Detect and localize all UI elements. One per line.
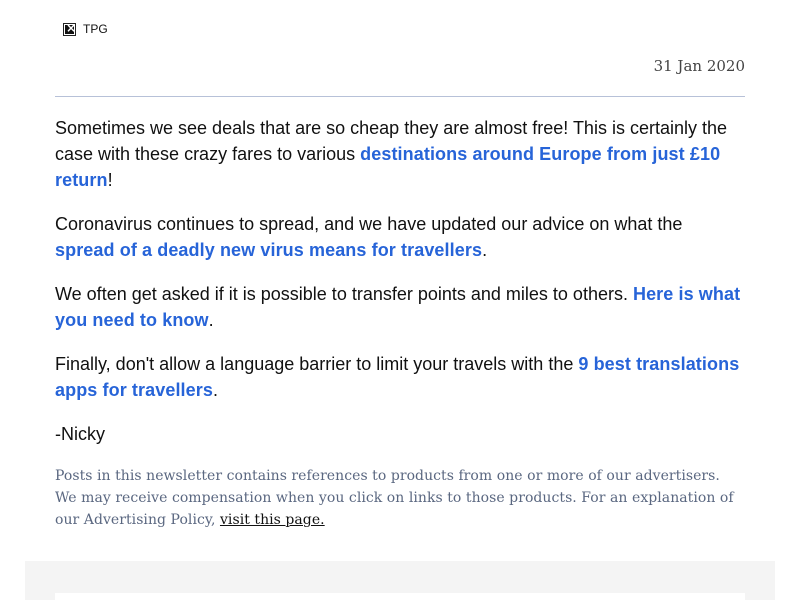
points-transfer-punctuation: .: [208, 310, 214, 330]
tpg-logo[interactable]: TPG: [63, 22, 108, 36]
points-transfer-text: We often get asked if it is possible to …: [55, 284, 633, 304]
coronavirus-text: Coronavirus continues to spread, and we …: [55, 214, 683, 234]
intro-paragraph: Sometimes we see deals that are so cheap…: [55, 115, 745, 193]
coronavirus-paragraph: Coronavirus continues to spread, and we …: [55, 211, 745, 263]
points-transfer-paragraph: We often get asked if it is possible to …: [55, 281, 745, 333]
translation-apps-paragraph: Finally, don't allow a language barrier …: [55, 351, 745, 403]
intro-punctuation: !: [107, 170, 113, 190]
disclaimer-text: Posts in this newsletter contains refere…: [55, 468, 734, 528]
newsletter-page: TPG 31 Jan 2020 Sometimes we see deals t…: [0, 0, 800, 600]
translation-apps-punctuation: .: [212, 380, 218, 400]
coronavirus-punctuation: .: [482, 240, 488, 260]
signoff: -Nicky: [55, 424, 105, 444]
header-divider: [55, 96, 745, 97]
virus-advice-link[interactable]: spread of a deadly new virus means for t…: [55, 240, 482, 260]
logo-alt-text: TPG: [83, 22, 108, 36]
footer-card: [55, 593, 745, 600]
translation-apps-text: Finally, don't allow a language barrier …: [55, 354, 579, 374]
advertising-disclaimer: Posts in this newsletter contains refere…: [55, 465, 745, 531]
newsletter-body: Sometimes we see deals that are so cheap…: [55, 115, 745, 465]
broken-image-icon: [63, 22, 76, 36]
newsletter-date: 31 Jan 2020: [653, 57, 745, 75]
newsletter-header: TPG 31 Jan 2020: [55, 12, 745, 96]
advertising-policy-link[interactable]: visit this page.: [220, 512, 325, 528]
